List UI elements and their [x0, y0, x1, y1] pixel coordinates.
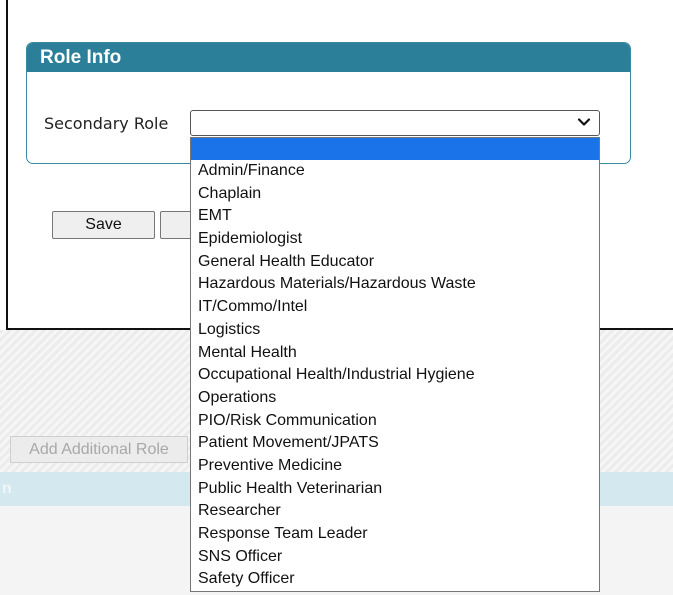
dropdown-option-blank[interactable] — [191, 138, 599, 160]
dropdown-option[interactable]: Admin/Finance — [191, 160, 599, 183]
dropdown-option[interactable]: Hazardous Materials/Hazardous Waste — [191, 273, 599, 296]
secondary-role-label: Secondary Role — [44, 114, 169, 133]
dropdown-option[interactable]: Occupational Health/Industrial Hygiene — [191, 364, 599, 387]
dropdown-option[interactable]: Researcher — [191, 500, 599, 523]
dropdown-option[interactable]: PIO/Risk Communication — [191, 410, 599, 433]
dialog-left-border — [6, 0, 8, 330]
dropdown-option[interactable]: Safety Officer — [191, 568, 599, 591]
dropdown-option[interactable]: Operations — [191, 387, 599, 410]
background-section-header-text: n — [2, 480, 12, 497]
chevron-down-icon — [577, 118, 591, 126]
dropdown-option[interactable]: Epidemiologist — [191, 228, 599, 251]
dropdown-option[interactable]: Mental Health — [191, 342, 599, 365]
dropdown-option[interactable]: Preventive Medicine — [191, 455, 599, 478]
add-additional-role-button[interactable]: Add Additional Role — [10, 436, 188, 463]
dropdown-option[interactable]: General Health Educator — [191, 251, 599, 274]
dropdown-option[interactable]: Chaplain — [191, 183, 599, 206]
secondary-role-select[interactable] — [190, 110, 600, 136]
dropdown-option[interactable]: SNS Officer — [191, 546, 599, 569]
secondary-role-dropdown-list[interactable]: Admin/Finance Chaplain EMT Epidemiologis… — [190, 137, 600, 592]
dropdown-option[interactable]: Logistics — [191, 319, 599, 342]
role-info-title: Role Info — [27, 43, 630, 72]
dropdown-option[interactable]: IT/Commo/Intel — [191, 296, 599, 319]
save-button[interactable]: Save — [52, 211, 155, 239]
dropdown-option[interactable]: Response Team Leader — [191, 523, 599, 546]
dropdown-option[interactable]: Patient Movement/JPATS — [191, 432, 599, 455]
dropdown-option[interactable]: Public Health Veterinarian — [191, 478, 599, 501]
dropdown-option[interactable]: EMT — [191, 205, 599, 228]
